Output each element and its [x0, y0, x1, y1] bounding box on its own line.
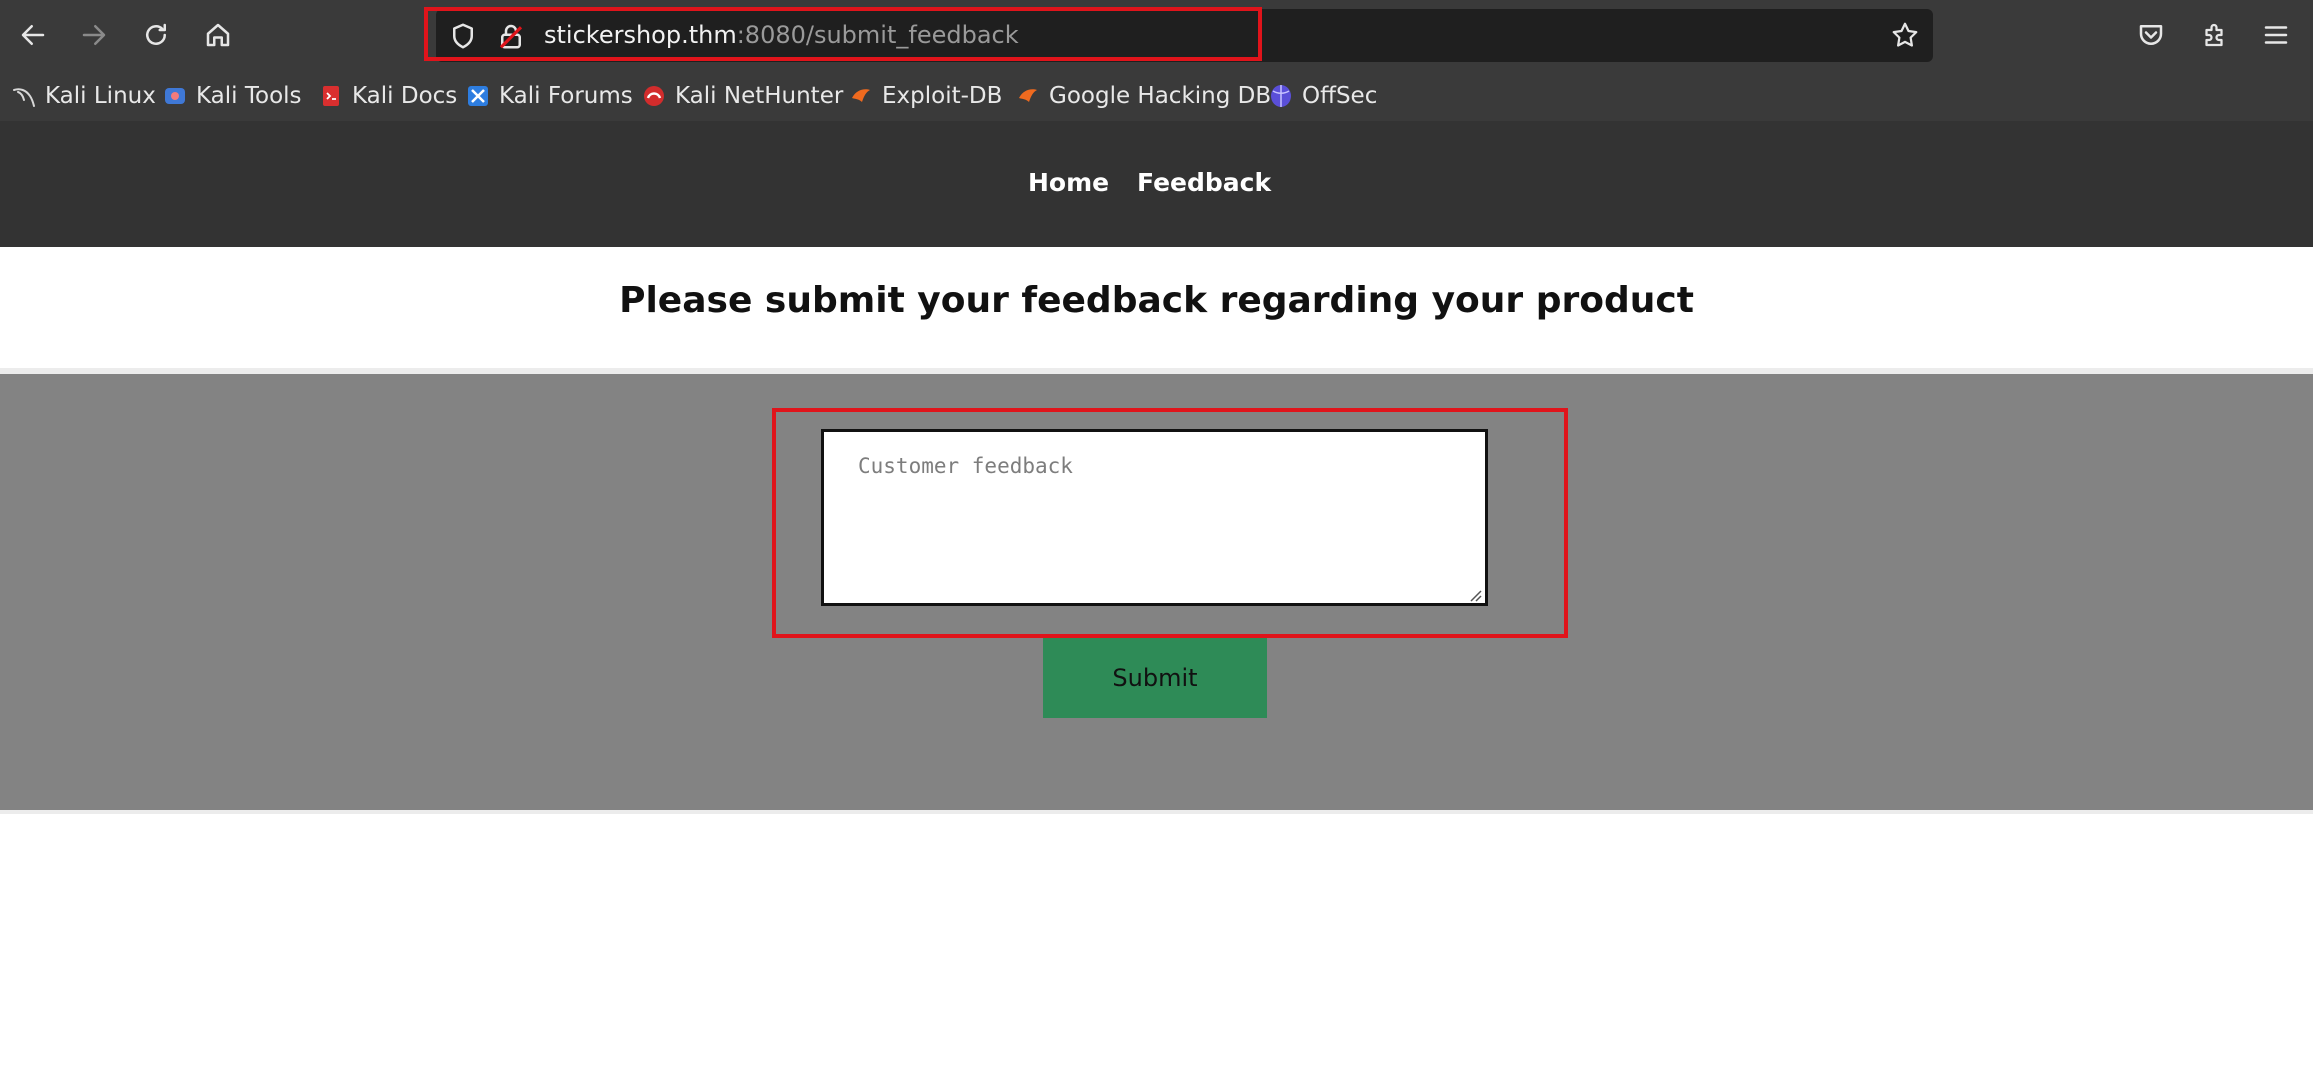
submit-button[interactable]: Submit: [1043, 638, 1267, 718]
bookmark-label: Kali Forums: [499, 83, 633, 109]
kali-forums-icon: [468, 86, 488, 106]
kali-docs-icon: [323, 86, 339, 106]
bookmark-label: Google Hacking DB: [1049, 83, 1272, 109]
menu-hamburger-icon[interactable]: [2261, 20, 2291, 50]
reload-icon: [146, 23, 166, 45]
forward-arrow-icon: [82, 25, 106, 45]
site-header: Home Feedback: [0, 121, 2313, 247]
bookmark-label: Kali NetHunter: [675, 83, 844, 109]
home-icon: [206, 23, 230, 47]
resize-grip-icon[interactable]: [1466, 586, 1482, 602]
bookmark-star-icon[interactable]: [1890, 20, 1920, 50]
browser-chrome: stickershop.thm:8080/submit_feedback Kal…: [0, 0, 2313, 121]
shield-icon[interactable]: [448, 21, 478, 51]
bookmark-label: Kali Linux: [45, 83, 156, 109]
url-bar[interactable]: stickershop.thm:8080/submit_feedback: [436, 9, 1933, 62]
nav-home-link[interactable]: Home: [1028, 168, 1109, 197]
url-path: :8080/submit_feedback: [736, 21, 1019, 49]
nav-feedback-link[interactable]: Feedback: [1137, 168, 1271, 197]
bookmarks-toolbar: Kali Linux Kali Tools Kali Docs Kali For…: [0, 72, 2313, 118]
bookmark-label: Exploit-DB: [882, 83, 1003, 109]
back-button[interactable]: [11, 13, 55, 57]
insecure-lock-icon[interactable]: [496, 21, 526, 51]
bookmark-kali-linux[interactable]: Kali Linux: [12, 81, 156, 111]
pocket-icon[interactable]: [2136, 20, 2166, 50]
bookmark-kali-forums[interactable]: Kali Forums: [466, 81, 633, 111]
feedback-textarea[interactable]: [821, 429, 1488, 606]
bookmark-label: Kali Tools: [196, 83, 302, 109]
bookmark-kali-docs[interactable]: Kali Docs: [319, 81, 457, 111]
bookmark-exploit-db[interactable]: Exploit-DB: [849, 81, 1002, 111]
page-title: Please submit your feedback regarding yo…: [619, 280, 1694, 321]
offsec-icon: [1271, 85, 1291, 107]
url-text[interactable]: stickershop.thm:8080/submit_feedback: [544, 20, 1019, 50]
kali-tools-icon: [165, 88, 185, 104]
exploit-db-icon: [852, 89, 870, 102]
bookmark-label: Kali Docs: [352, 83, 458, 109]
back-arrow-icon: [21, 25, 45, 45]
extensions-icon[interactable]: [2199, 20, 2229, 50]
bookmark-kali-nethunter[interactable]: Kali NetHunter: [642, 81, 843, 111]
home-button[interactable]: [196, 13, 240, 57]
kali-nethunter-icon: [644, 86, 664, 106]
bookmark-google-hacking-db[interactable]: Google Hacking DB: [1016, 81, 1271, 111]
url-host: stickershop.thm: [544, 21, 737, 49]
bookmark-offsec[interactable]: OffSec: [1269, 81, 1377, 111]
bookmark-label: OffSec: [1302, 83, 1378, 109]
reload-button[interactable]: [134, 13, 178, 57]
ghdb-icon: [1019, 89, 1037, 102]
forward-button[interactable]: [72, 13, 116, 57]
bookmark-kali-tools[interactable]: Kali Tools: [163, 81, 302, 111]
kali-dragon-icon: [13, 88, 35, 107]
